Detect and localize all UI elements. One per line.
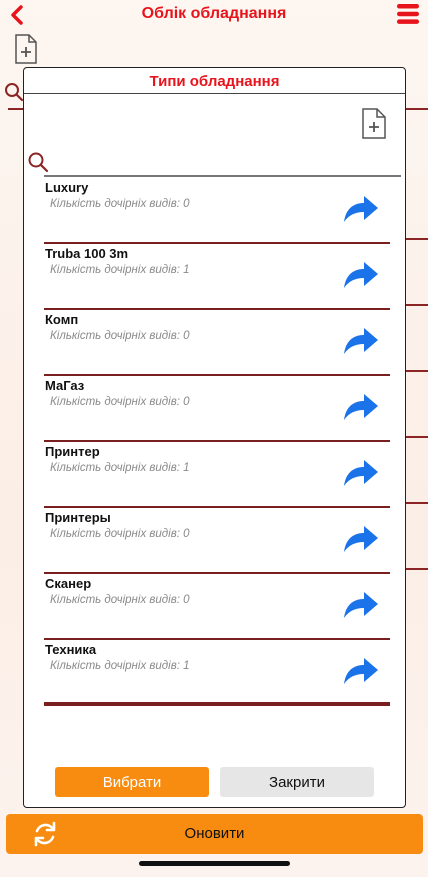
item-child-count: Кількість дочірніх видів: 0 — [50, 396, 190, 408]
refresh-label: Оновити — [184, 825, 245, 842]
page-title: Облік обладнання — [141, 5, 287, 22]
list-item[interactable]: Техника Кількість дочірніх видів: 1 — [44, 640, 390, 706]
item-child-count: Кількість дочірніх видів: 1 — [50, 660, 190, 672]
list-item[interactable]: Truba 100 3m Кількість дочірніх видів: 1 — [44, 244, 390, 310]
list-item[interactable]: Комп Кількість дочірніх видів: 0 — [44, 310, 390, 376]
list-item[interactable]: Принтеры Кількість дочірніх видів: 0 — [44, 508, 390, 574]
list-item[interactable]: МаГаз Кількість дочірніх видів: 0 — [44, 376, 390, 442]
item-name: Luxury — [45, 180, 89, 195]
share-arrow-icon[interactable] — [342, 326, 380, 356]
item-child-count: Кількість дочірніх видів: 0 — [50, 528, 190, 540]
home-indicator — [139, 861, 290, 866]
background-divider — [403, 238, 428, 240]
background-divider — [403, 568, 428, 570]
background-divider — [403, 502, 428, 504]
close-button[interactable]: Закрити — [220, 767, 374, 797]
app-header: Облік обладнання — [0, 0, 428, 30]
list-bottom-divider — [44, 702, 390, 704]
item-name: Принтер — [45, 444, 100, 459]
item-child-count: Кількість дочірніх видів: 1 — [50, 264, 190, 276]
item-child-count: Кількість дочірніх видів: 0 — [50, 198, 190, 210]
item-child-count: Кількість дочірніх видів: 0 — [50, 330, 190, 342]
share-arrow-icon[interactable] — [342, 590, 380, 620]
item-name: Комп — [45, 312, 79, 327]
share-arrow-icon[interactable] — [342, 260, 380, 290]
item-name: Сканер — [45, 576, 92, 591]
dialog-title: Типи обладнання — [149, 73, 280, 90]
background-search-icon — [5, 83, 24, 102]
equipment-types-dialog: Типи обладнання Luxury Кількість дочірніх… — [23, 67, 406, 808]
share-arrow-icon[interactable] — [342, 656, 380, 686]
share-arrow-icon[interactable] — [342, 524, 380, 554]
item-name: Техника — [45, 642, 97, 657]
select-button[interactable]: Вибрати — [55, 767, 209, 797]
background-add-document-icon — [15, 34, 37, 64]
list-item[interactable]: Сканер Кількість дочірніх видів: 0 — [44, 574, 390, 640]
share-arrow-icon[interactable] — [342, 392, 380, 422]
search-underline — [44, 175, 401, 177]
share-arrow-icon[interactable] — [342, 458, 380, 488]
background-divider — [403, 370, 428, 372]
list-item[interactable]: Luxury Кількість дочірніх видів: 0 — [44, 178, 390, 244]
item-name: Truba 100 3m — [45, 246, 129, 261]
search-icon — [28, 152, 49, 173]
add-document-icon[interactable] — [361, 107, 387, 140]
list-item[interactable]: Принтер Кількість дочірніх видів: 1 — [44, 442, 390, 508]
background-divider — [403, 436, 428, 438]
search-input[interactable] — [52, 154, 400, 172]
hamburger-menu-icon[interactable] — [396, 3, 420, 25]
refresh-button[interactable]: Оновити — [6, 814, 423, 854]
dialog-title-divider — [24, 93, 405, 94]
item-name: МаГаз — [45, 378, 85, 393]
equipment-type-list: Luxury Кількість дочірніх видів: 0 Truba 1… — [44, 178, 390, 706]
background-divider — [403, 304, 428, 306]
item-name: Принтеры — [45, 510, 111, 525]
item-child-count: Кількість дочірніх видів: 1 — [50, 462, 190, 474]
item-child-count: Кількість дочірніх видів: 0 — [50, 594, 190, 606]
share-arrow-icon[interactable] — [342, 194, 380, 224]
